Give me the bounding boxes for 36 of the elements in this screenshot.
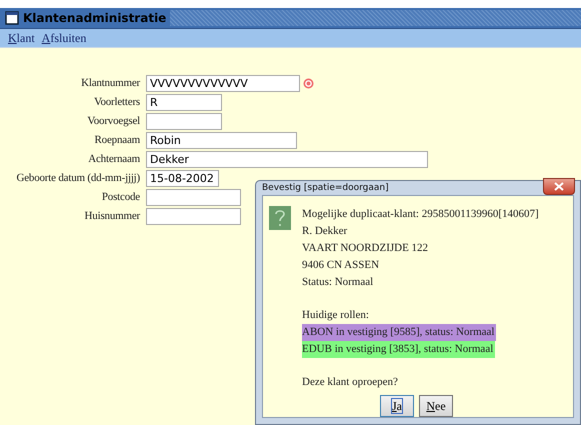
input-field[interactable]	[146, 189, 241, 206]
roles-heading: Huidige rollen:	[302, 308, 370, 323]
field-label: Postcode	[100, 190, 140, 205]
field-label: Klantnummer	[80, 76, 140, 91]
detail-text: Status: Normaal	[302, 275, 374, 290]
menu-item[interactable]: Klant	[8, 30, 35, 46]
input-field[interactable]: R	[146, 94, 222, 111]
question-text: Deze klant oproepen?	[302, 375, 399, 390]
input-field[interactable]: 15-08-2002	[146, 170, 219, 187]
dialog-title: Bevestig [spatie=doorgaan]	[262, 183, 389, 193]
field-label: Voorvoegsel	[86, 114, 140, 129]
dialog-button[interactable]: Nee	[419, 395, 453, 417]
window-title: Klantenadministratie	[23, 11, 166, 25]
input-field[interactable]: Robin	[146, 132, 297, 149]
window-icon	[5, 11, 19, 25]
input-field[interactable]: Dekker	[146, 151, 428, 168]
input-field[interactable]	[146, 208, 241, 225]
menu-item[interactable]: Afsluiten	[42, 30, 86, 46]
detail-text: Mogelijke duplicaat-klant: 29585001139960[140607]	[302, 207, 539, 222]
question-icon	[269, 206, 291, 230]
role-text: ABON in vestiging [9585], status: Normaal	[302, 324, 496, 341]
field-label: Voorletters	[93, 95, 140, 110]
close-icon	[554, 182, 564, 191]
field-label: Achternaam	[87, 152, 140, 167]
required-icon	[303, 78, 314, 89]
input-field[interactable]: VVVVVVVVVVVVV	[146, 75, 300, 92]
field-label: Huisnummer	[84, 209, 140, 224]
dialog-button[interactable]: Ja	[380, 395, 414, 417]
detail-text: 9406 CN ASSEN	[302, 258, 380, 273]
input-field[interactable]	[146, 113, 222, 130]
field-label: Roepnaam	[94, 133, 140, 148]
detail-text: R. Dekker	[302, 224, 348, 239]
field-label: Geboorte datum (dd-mm-jjjj)	[15, 171, 140, 186]
detail-text: VAART NOORDZIJDE 122	[302, 241, 430, 256]
close-button[interactable]	[543, 178, 575, 195]
role-text: EDUB in vestiging [3853], status: Normaal	[302, 341, 496, 358]
